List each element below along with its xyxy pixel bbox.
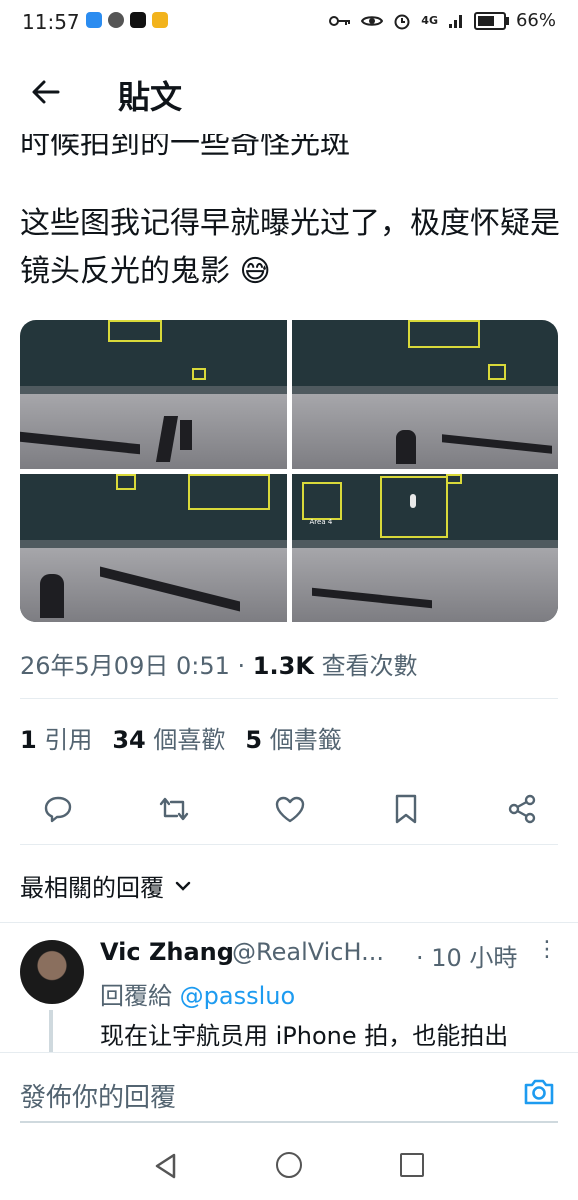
app-header: 貼文	[0, 46, 578, 134]
page-title: 貼文	[118, 78, 183, 116]
camera-icon[interactable]	[522, 1075, 556, 1109]
share-icon	[508, 794, 536, 824]
like-button[interactable]	[272, 791, 308, 827]
reply-to-label: 回覆給	[100, 982, 172, 1010]
retweet-icon	[159, 797, 189, 821]
reply-to: 回覆給 @passluo	[100, 976, 295, 1011]
reply-time: · 10 小時	[416, 944, 518, 972]
system-nav-bar	[0, 1132, 578, 1200]
alarm-icon	[394, 14, 410, 29]
shield-icon	[86, 12, 102, 28]
tweet-stats: 1 引用 34 個喜歡 5 個書籤	[20, 720, 342, 755]
media-image-2[interactable]	[291, 320, 558, 469]
nav-back-icon[interactable]	[152, 1152, 180, 1180]
arrow-left-icon[interactable]	[28, 74, 64, 110]
status-right: 4G 66%	[329, 10, 556, 31]
replies-sort-label: 最相關的回覆	[20, 874, 164, 902]
like-icon	[275, 796, 305, 823]
wechat-icon	[108, 12, 124, 28]
bookmarks-stat[interactable]: 5 個書籤	[245, 720, 341, 755]
bookmark-button[interactable]	[388, 791, 424, 827]
battery-icon	[473, 11, 509, 30]
views-count: 1.3K	[252, 652, 314, 680]
battery-level: 66%	[515, 10, 556, 31]
tweet-text: 这些图我记得早就曝光过了，极度怀疑是镜头反光的鬼影 😅	[20, 206, 560, 289]
signal-icon	[448, 14, 462, 28]
more-options-icon[interactable]: ⋮	[536, 936, 558, 964]
tweet-meta: 26年5月09日 0:51 · 1.3K 查看次數	[20, 646, 418, 681]
quotes-label: 引用	[44, 726, 93, 754]
notification-icons	[86, 12, 168, 28]
app-notification-icon	[152, 12, 168, 28]
divider	[0, 922, 578, 923]
input-underline	[20, 1121, 558, 1123]
key-icon	[329, 15, 351, 26]
network-label: 4G	[421, 14, 438, 27]
reply-text: 现在让宇航员用 iPhone 拍，也能拍出	[100, 1022, 509, 1050]
reply-author-handle[interactable]: @RealVicH...	[232, 938, 384, 966]
avatar[interactable]	[20, 940, 84, 1004]
media-image-3[interactable]	[20, 473, 287, 622]
likes-label: 個喜歡	[153, 726, 226, 754]
tweet-timestamp: 26年5月09日 0:51	[20, 652, 230, 680]
reply-composer: 發佈你的回覆	[0, 1052, 578, 1133]
reply-to-user-link[interactable]: @passluo	[180, 982, 296, 1010]
likes-count: 34	[112, 726, 146, 754]
status-time: 11:57	[22, 10, 80, 34]
bookmarks-count: 5	[245, 726, 263, 754]
reply-button[interactable]	[40, 791, 76, 827]
divider	[20, 698, 558, 699]
reply-icon	[44, 796, 72, 823]
quotes-stat[interactable]: 1 引用	[20, 720, 92, 755]
tweet-actions	[20, 785, 560, 833]
replies-sort-dropdown[interactable]: 最相關的回覆	[20, 868, 192, 903]
divider	[20, 844, 558, 845]
likes-stat[interactable]: 34 個喜歡	[112, 720, 225, 755]
nav-home-icon[interactable]	[276, 1152, 302, 1178]
thread-line	[49, 1010, 53, 1054]
views-label: 查看次數	[321, 652, 418, 680]
status-bar: 11:57 4G 66%	[0, 0, 578, 46]
eye-icon	[361, 15, 384, 26]
bookmark-icon	[395, 794, 417, 824]
reply-item[interactable]: Vic Zhang @RealVicH... · 10 小時 ⋮ 回覆給 @pa…	[0, 924, 578, 1054]
tiktok-icon	[130, 12, 146, 28]
nav-recents-icon[interactable]	[400, 1153, 424, 1177]
media-image-4[interactable]: Area 4	[291, 473, 558, 622]
retweet-button[interactable]	[156, 791, 192, 827]
tweet-media-grid[interactable]: Area 4	[20, 320, 558, 622]
media-image-1[interactable]	[20, 320, 287, 469]
reply-input[interactable]: 發佈你的回覆	[20, 1077, 176, 1114]
quotes-count: 1	[20, 726, 37, 754]
media-area-label: Area 4	[309, 517, 333, 526]
reply-author-name[interactable]: Vic Zhang	[100, 938, 234, 966]
chevron-down-icon	[175, 881, 191, 891]
share-button[interactable]	[504, 791, 540, 827]
bookmarks-label: 個書籤	[269, 726, 342, 754]
meta-separator: ·	[237, 652, 246, 680]
